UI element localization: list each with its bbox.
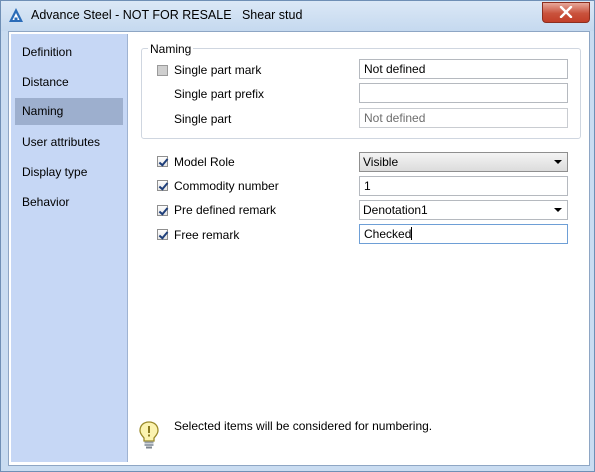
sidebar-item-definition[interactable]: Definition [15,40,123,64]
commodity-number-checkbox[interactable] [157,180,168,191]
single-part-label: Single part [174,112,232,126]
close-button[interactable] [542,2,590,23]
dialog-client-area: Definition Distance Naming User attribut… [8,31,590,466]
sidebar-item-distance[interactable]: Distance [15,70,123,94]
sidebar-item-behavior[interactable]: Behavior [15,190,123,214]
commodity-number-field[interactable]: 1 [359,176,568,196]
dialog-window: Advance Steel - NOT FOR RESALE Shear stu… [0,0,595,472]
sidebar-item-label: User attributes [22,135,101,149]
free-remark-checkbox[interactable] [157,229,168,240]
sidebar-item-label: Naming [22,104,64,118]
free-remark-value: Checked [364,227,412,241]
sidebar-item-display-type[interactable]: Display type [15,160,123,184]
chevron-down-icon [554,208,562,212]
free-remark-field[interactable]: Checked [359,224,568,244]
window-title: Advance Steel - NOT FOR RESALE Shear stu… [31,8,303,22]
single-part-mark-field[interactable]: Not defined [359,59,568,79]
sidebar-item-naming[interactable]: Naming [15,98,123,125]
chevron-down-icon [554,160,562,164]
free-remark-label: Free remark [174,228,240,242]
pre-defined-remark-value: Denotation1 [363,203,428,217]
single-part-prefix-field[interactable] [359,83,568,103]
pre-defined-remark-label: Pre defined remark [174,203,277,217]
model-role-select[interactable]: Visible [359,152,568,172]
naming-panel: Naming Single part mark Not defined Sing… [130,34,587,462]
model-role-label: Model Role [174,155,235,169]
sidebar-item-label: Distance [22,75,69,89]
sidebar-item-label: Behavior [22,195,70,209]
naming-group-title: Naming [148,42,194,56]
sidebar-item-user-attributes[interactable]: User attributes [15,130,123,154]
close-icon [559,6,573,18]
sidebar-item-label: Display type [22,165,88,179]
advance-steel-logo-icon [9,8,23,22]
model-role-value: Visible [363,155,399,169]
text-caret [411,227,413,240]
single-part-prefix-label: Single part prefix [174,87,265,101]
pre-defined-remark-select[interactable]: Denotation1 [359,200,568,220]
single-part-field: Not defined [359,108,568,128]
single-part-mark-label: Single part mark [174,63,262,77]
title-bar[interactable]: Advance Steel - NOT FOR RESALE Shear stu… [1,1,594,31]
hint-text: Selected items will be considered for nu… [174,419,433,433]
model-role-checkbox[interactable] [157,156,168,167]
lightbulb-icon [139,421,159,449]
commodity-number-label: Commodity number [174,179,279,193]
sidebar: Definition Distance Naming User attribut… [11,34,128,462]
sidebar-item-label: Definition [22,45,73,59]
single-part-mark-checkbox[interactable] [157,65,168,76]
pre-defined-remark-checkbox[interactable] [157,205,168,216]
